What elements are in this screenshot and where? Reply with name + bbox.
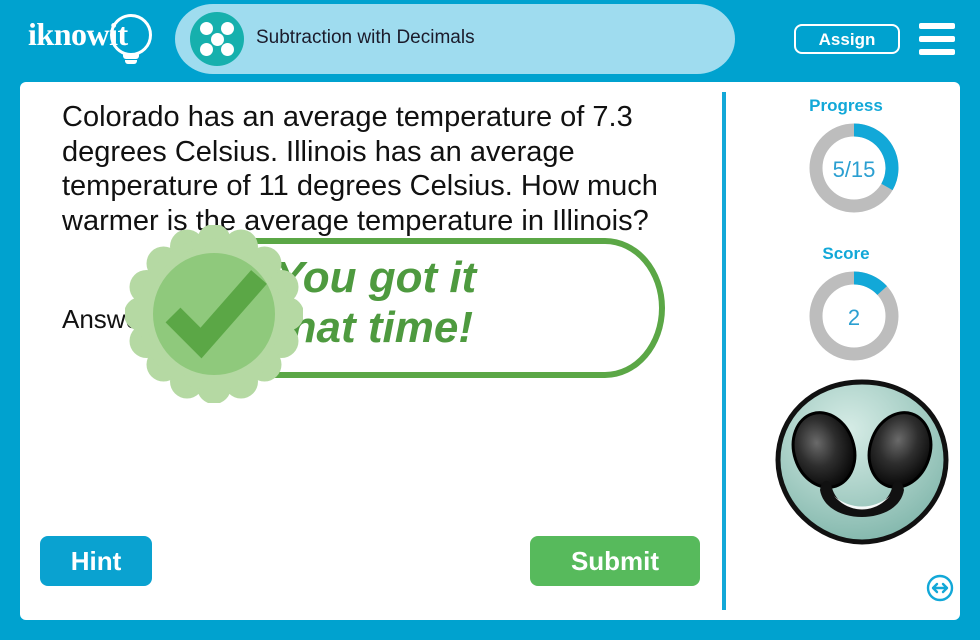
- dot-top-right: [221, 22, 234, 35]
- answer-label: Answer:: [62, 304, 156, 334]
- submit-button[interactable]: Submit: [530, 536, 700, 586]
- assign-button[interactable]: Assign: [794, 24, 900, 54]
- feedback-message: You got it that time!: [275, 253, 477, 352]
- lightbulb-base-lower: [125, 60, 137, 64]
- iknowit-logo[interactable]: iknowit: [28, 12, 168, 66]
- five-dots-icon: [190, 12, 244, 66]
- score-title: Score: [822, 244, 870, 263]
- menu-bar-1: [919, 23, 955, 29]
- question-text: Colorado has an average temperature of 7…: [62, 101, 658, 237]
- panel-divider: [722, 92, 726, 610]
- app-header: iknowit Subtraction with Decimals Assign: [0, 0, 980, 78]
- progress-title: Progress: [809, 96, 883, 115]
- alien-avatar-icon: [775, 379, 949, 545]
- score-value: 2: [847, 305, 861, 330]
- dot-center: [210, 32, 224, 46]
- check-mark-icon: [165, 270, 267, 359]
- resize-horizontal-icon[interactable]: [926, 574, 954, 602]
- progress-value: 5/15: [832, 157, 876, 182]
- hamburger-menu-icon[interactable]: [919, 23, 955, 55]
- hint-button[interactable]: Hint: [40, 536, 152, 586]
- status-sidebar: Progress 5/15 Score 2: [732, 82, 960, 620]
- dot-bottom-left: [200, 43, 213, 56]
- lightbulb-icon: [110, 14, 152, 56]
- badge-inner-circle: [146, 246, 282, 382]
- content-panel: Colorado has an average temperature of 7…: [20, 82, 960, 620]
- feedback-overlay: You got it that time!: [125, 225, 670, 405]
- dot-bottom-right: [221, 43, 234, 56]
- feedback-bubble: [230, 238, 665, 378]
- lightbulb-base: [123, 54, 139, 59]
- page-title: Subtraction with Decimals: [256, 27, 475, 48]
- menu-bar-3: [919, 49, 955, 55]
- menu-bar-2: [919, 36, 955, 42]
- dot-top-left: [200, 22, 213, 35]
